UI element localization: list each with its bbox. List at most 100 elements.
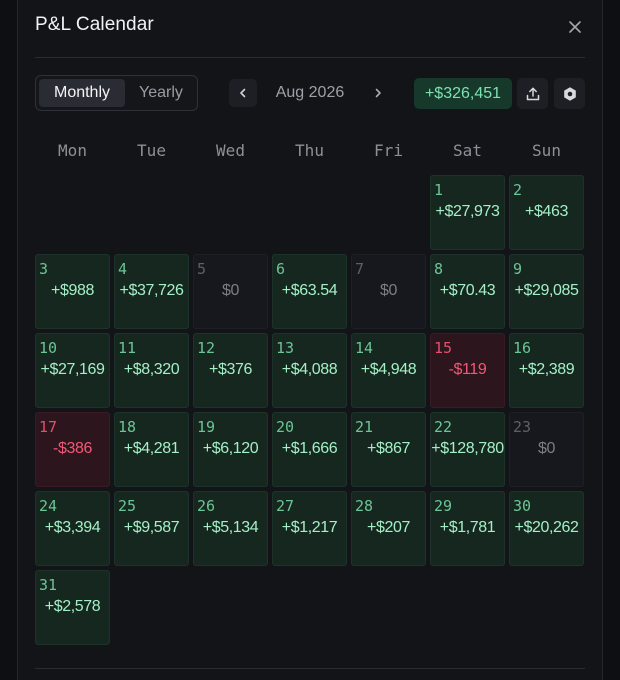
month-label: Aug 2026 xyxy=(275,84,345,101)
calendar-day-13[interactable]: 13 +$4,088 xyxy=(272,333,347,408)
day-number: 30 xyxy=(513,497,532,515)
day-pnl-value: $0 xyxy=(380,282,397,299)
day-pnl-value: +$4,948 xyxy=(360,361,417,378)
day-number: 31 xyxy=(39,576,58,594)
calendar-day-15[interactable]: 15 -$119 xyxy=(430,333,505,408)
day-number: 15 xyxy=(434,339,453,357)
share-button[interactable] xyxy=(517,78,548,109)
day-pnl-value: +$29,085 xyxy=(514,282,579,299)
day-pnl-value: +$70.43 xyxy=(439,282,496,299)
day-number: 20 xyxy=(276,418,295,436)
day-number: 29 xyxy=(434,497,453,515)
day-pnl-value: +$988 xyxy=(51,282,94,299)
calendar-day-26[interactable]: 26 +$5,134 xyxy=(193,491,268,566)
weekday-label-thu: Thu xyxy=(295,141,324,160)
calendar-day-16[interactable]: 16 +$2,389 xyxy=(509,333,584,408)
day-pnl-value: +$5,134 xyxy=(202,519,259,536)
hexagon-settings-icon xyxy=(563,86,576,101)
day-pnl-value: $0 xyxy=(222,282,239,299)
day-pnl-value: +$20,262 xyxy=(514,519,579,536)
calendar-day-25[interactable]: 25 +$9,587 xyxy=(114,491,189,566)
view-monthly-button[interactable]: Monthly xyxy=(39,79,125,107)
day-pnl-value: +$37,726 xyxy=(119,282,184,299)
view-toggle: Monthly Yearly xyxy=(35,75,198,111)
day-number: 25 xyxy=(118,497,137,515)
calendar-day-6[interactable]: 6 +$63.54 xyxy=(272,254,347,329)
day-pnl-value: +$1,781 xyxy=(439,519,496,536)
day-pnl-value: +$463 xyxy=(525,203,568,220)
calendar-day-24[interactable]: 24 +$3,394 xyxy=(35,491,110,566)
weekday-label-sun: Sun xyxy=(532,141,561,160)
calendar-day-11[interactable]: 11 +$8,320 xyxy=(114,333,189,408)
calendar-day-31[interactable]: 31 +$2,578 xyxy=(35,570,110,645)
chevron-right-icon xyxy=(375,88,381,98)
day-pnl-value: +$27,973 xyxy=(435,203,500,220)
day-pnl-value: +$1,217 xyxy=(281,519,338,536)
day-number: 12 xyxy=(197,339,216,357)
calendar-day-21[interactable]: 21 +$867 xyxy=(351,412,426,487)
day-number: 11 xyxy=(118,339,137,357)
day-pnl-value: +$63.54 xyxy=(281,282,338,299)
next-month-button[interactable] xyxy=(364,79,392,107)
day-pnl-value: -$386 xyxy=(53,440,92,457)
day-number: 10 xyxy=(39,339,58,357)
day-number: 14 xyxy=(355,339,374,357)
view-yearly-button[interactable]: Yearly xyxy=(128,79,194,107)
close-button[interactable] xyxy=(562,14,588,40)
day-number: 7 xyxy=(355,260,365,278)
calendar-day-27[interactable]: 27 +$1,217 xyxy=(272,491,347,566)
day-pnl-value: +$3,394 xyxy=(44,519,101,536)
calendar-day-12[interactable]: 12 +$376 xyxy=(193,333,268,408)
calendar-day-9[interactable]: 9 +$29,085 xyxy=(509,254,584,329)
day-number: 2 xyxy=(513,181,523,199)
day-number: 8 xyxy=(434,260,444,278)
calendar-day-22[interactable]: 22 +$128,780 xyxy=(430,412,505,487)
weekday-label-tue: Tue xyxy=(137,141,166,160)
page-title: P&L Calendar xyxy=(35,14,154,35)
calendar-day-23[interactable]: 23 $0 xyxy=(509,412,584,487)
calendar-day-5[interactable]: 5 $0 xyxy=(193,254,268,329)
day-number: 16 xyxy=(513,339,532,357)
calendar-day-19[interactable]: 19 +$6,120 xyxy=(193,412,268,487)
monthly-total-badge: +$326,451 xyxy=(414,78,512,109)
day-pnl-value: +$376 xyxy=(209,361,252,378)
settings-button[interactable] xyxy=(554,78,585,109)
day-number: 13 xyxy=(276,339,295,357)
calendar-day-2[interactable]: 2 +$463 xyxy=(509,175,584,250)
day-number: 22 xyxy=(434,418,453,436)
footer-divider xyxy=(35,668,585,669)
calendar-day-17[interactable]: 17 -$386 xyxy=(35,412,110,487)
day-number: 18 xyxy=(118,418,137,436)
day-pnl-value: +$2,389 xyxy=(518,361,575,378)
calendar-day-28[interactable]: 28 +$207 xyxy=(351,491,426,566)
day-pnl-value: +$867 xyxy=(367,440,410,457)
day-number: 26 xyxy=(197,497,216,515)
header-divider xyxy=(35,57,585,58)
calendar-day-10[interactable]: 10 +$27,169 xyxy=(35,333,110,408)
day-number: 21 xyxy=(355,418,374,436)
calendar-day-29[interactable]: 29 +$1,781 xyxy=(430,491,505,566)
day-number: 17 xyxy=(39,418,58,436)
day-pnl-value: +$1,666 xyxy=(281,440,338,457)
weekday-label-wed: Wed xyxy=(216,141,245,160)
close-icon xyxy=(569,21,581,33)
calendar-day-3[interactable]: 3 +$988 xyxy=(35,254,110,329)
calendar-day-30[interactable]: 30 +$20,262 xyxy=(509,491,584,566)
calendar-day-20[interactable]: 20 +$1,666 xyxy=(272,412,347,487)
day-pnl-value: +$128,780 xyxy=(431,440,504,457)
day-number: 28 xyxy=(355,497,374,515)
day-pnl-value: +$4,281 xyxy=(123,440,180,457)
prev-month-button[interactable] xyxy=(229,79,257,107)
calendar-day-14[interactable]: 14 +$4,948 xyxy=(351,333,426,408)
calendar-day-7[interactable]: 7 $0 xyxy=(351,254,426,329)
calendar-day-4[interactable]: 4 +$37,726 xyxy=(114,254,189,329)
day-pnl-value: $0 xyxy=(538,440,555,457)
day-number: 1 xyxy=(434,181,444,199)
calendar-day-8[interactable]: 8 +$70.43 xyxy=(430,254,505,329)
calendar-day-1[interactable]: 1 +$27,973 xyxy=(430,175,505,250)
day-number: 3 xyxy=(39,260,49,278)
weekday-label-mon: Mon xyxy=(58,141,87,160)
day-pnl-value: +$6,120 xyxy=(202,440,259,457)
calendar-day-18[interactable]: 18 +$4,281 xyxy=(114,412,189,487)
weekday-label-fri: Fri xyxy=(374,141,403,160)
